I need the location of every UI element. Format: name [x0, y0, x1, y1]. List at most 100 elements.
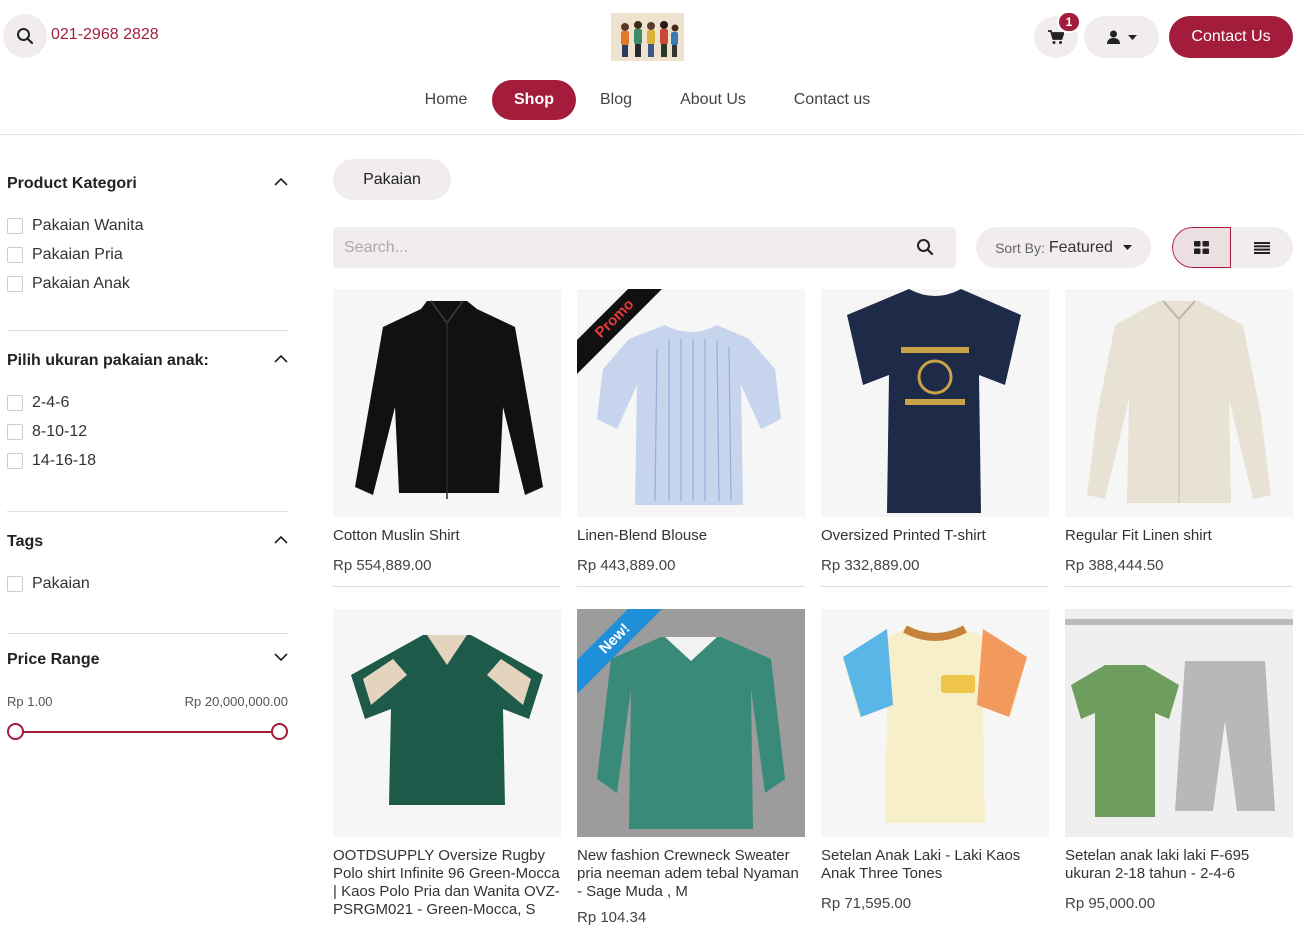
- user-icon: [1106, 30, 1120, 44]
- product-search-bar: [333, 227, 956, 268]
- product-image[interactable]: [1065, 609, 1293, 837]
- phone-number[interactable]: 021-2968 2828: [51, 26, 159, 44]
- category-option[interactable]: Pakaian Wanita: [7, 211, 288, 240]
- product-name[interactable]: OOTDSUPPLY Oversize Rugby Polo shirt Inf…: [333, 847, 561, 919]
- divider: [7, 511, 288, 512]
- price-range-slider[interactable]: [7, 723, 288, 741]
- product-image[interactable]: [821, 609, 1049, 837]
- checkbox[interactable]: [7, 452, 23, 469]
- product-price: Rp 443,889.00: [577, 557, 676, 574]
- product-search-input[interactable]: [333, 227, 903, 268]
- product-name[interactable]: Setelan Anak Laki - Laki Kaos Anak Three…: [821, 847, 1049, 883]
- site-header: 021-2968 2828 1 Contact Us Home Shop Blo…: [0, 0, 1303, 135]
- tags-filter: Tags Pakaian: [7, 533, 288, 633]
- nav-shop[interactable]: Shop: [492, 80, 576, 120]
- price-max-label: Rp 20,000,000.00: [184, 694, 288, 709]
- product-card[interactable]: Cotton Muslin Shirt Rp 554,889.00: [333, 289, 561, 587]
- price-min-label: Rp 1.00: [7, 694, 53, 709]
- checkbox[interactable]: [7, 246, 23, 263]
- product-card[interactable]: Promo Linen-Blend Blouse Rp 443,889.00: [577, 289, 805, 587]
- card-divider: [577, 586, 805, 587]
- size-option[interactable]: 2-4-6: [7, 388, 288, 417]
- product-image[interactable]: [1065, 289, 1293, 517]
- main-navigation: Home Shop Blog About Us Contact us: [0, 80, 1303, 122]
- product-name[interactable]: Cotton Muslin Shirt: [333, 527, 561, 545]
- product-name[interactable]: Linen-Blend Blouse: [577, 527, 805, 545]
- header-search-button[interactable]: [3, 14, 47, 58]
- category-option[interactable]: Pakaian Anak: [7, 269, 288, 298]
- price-filter-header[interactable]: Price Range: [7, 651, 288, 675]
- product-price: Rp 554,889.00: [333, 557, 432, 574]
- size-filter: Pilih ukuran pakaian anak: 2-4-6 8-10-12…: [7, 352, 288, 511]
- price-max-handle[interactable]: [271, 723, 288, 740]
- product-image[interactable]: [333, 289, 561, 517]
- contact-us-button[interactable]: Contact Us: [1169, 16, 1293, 58]
- caret-down-icon: [1122, 245, 1132, 250]
- product-price: Rp 388,444.50: [1065, 557, 1164, 574]
- tags-filter-header[interactable]: Tags: [7, 533, 288, 557]
- kids-tshirt-icon: [843, 625, 1027, 823]
- caret-down-icon: [1127, 34, 1137, 40]
- nav-contact-us[interactable]: Contact us: [782, 80, 882, 120]
- product-card[interactable]: Setelan anak laki laki F-695 ukuran 2-18…: [1065, 609, 1293, 912]
- product-name[interactable]: Setelan anak laki laki F-695 ukuran 2-18…: [1065, 847, 1293, 883]
- product-image[interactable]: Promo: [577, 289, 805, 517]
- price-range-labels: Rp 1.00 Rp 20,000,000.00: [7, 694, 288, 709]
- tag-option[interactable]: Pakaian: [7, 569, 288, 598]
- card-divider: [821, 586, 1049, 587]
- option-label: 2-4-6: [32, 393, 70, 411]
- product-name[interactable]: New fashion Crewneck Sweater pria neeman…: [577, 847, 805, 901]
- category-chip-pakaian[interactable]: Pakaian: [333, 159, 451, 200]
- nav-home[interactable]: Home: [413, 80, 479, 120]
- user-menu-button[interactable]: [1084, 16, 1159, 58]
- category-filter-title: Product Kategori: [7, 175, 137, 192]
- search-icon[interactable]: [916, 238, 934, 256]
- sort-dropdown[interactable]: Sort By: Featured: [976, 227, 1151, 268]
- price-min-handle[interactable]: [7, 723, 24, 740]
- grid-icon: [1194, 241, 1209, 254]
- checkbox[interactable]: [7, 394, 23, 411]
- product-card[interactable]: New! New fashion Crewneck Sweater pria n…: [577, 609, 805, 926]
- product-image[interactable]: [821, 289, 1049, 517]
- product-card[interactable]: OOTDSUPPLY Oversize Rugby Polo shirt Inf…: [333, 609, 561, 919]
- list-view-button[interactable]: [1231, 227, 1293, 268]
- option-label: Pakaian: [32, 574, 90, 592]
- checkbox[interactable]: [7, 275, 23, 292]
- sort-value: Featured: [1048, 238, 1113, 256]
- divider: [7, 633, 288, 634]
- nav-blog[interactable]: Blog: [589, 80, 643, 120]
- category-filter: Product Kategori Pakaian Wanita Pakaian …: [7, 175, 288, 330]
- category-filter-header[interactable]: Product Kategori: [7, 175, 288, 199]
- category-option[interactable]: Pakaian Pria: [7, 240, 288, 269]
- shopping-cart-icon: [1048, 29, 1064, 44]
- checkbox[interactable]: [7, 423, 23, 440]
- slider-track-line: [15, 731, 280, 733]
- cart-count-badge: 1: [1057, 11, 1081, 33]
- kids-set-icon: [1065, 619, 1293, 817]
- option-label: 14-16-18: [32, 451, 97, 469]
- card-divider: [333, 586, 561, 587]
- product-name[interactable]: Regular Fit Linen shirt: [1065, 527, 1293, 545]
- size-filter-header[interactable]: Pilih ukuran pakaian anak:: [7, 352, 288, 376]
- option-label: Pakaian Pria: [32, 245, 123, 263]
- product-card[interactable]: Setelan Anak Laki - Laki Kaos Anak Three…: [821, 609, 1049, 912]
- product-card[interactable]: Oversized Printed T-shirt Rp 332,889.00: [821, 289, 1049, 587]
- product-image[interactable]: [333, 609, 561, 837]
- product-card[interactable]: Regular Fit Linen shirt Rp 388,444.50: [1065, 289, 1293, 587]
- product-name[interactable]: Oversized Printed T-shirt: [821, 527, 1049, 545]
- product-price: Rp 71,595.00: [821, 895, 912, 912]
- grid-view-button[interactable]: [1172, 227, 1231, 268]
- size-option[interactable]: 8-10-12: [7, 417, 288, 446]
- product-price: Rp 104.34: [577, 909, 647, 926]
- sort-prefix: Sort By:: [995, 239, 1045, 256]
- chevron-down-icon: [274, 653, 288, 662]
- checkbox[interactable]: [7, 217, 23, 234]
- product-image[interactable]: New!: [577, 609, 805, 837]
- checkbox[interactable]: [7, 575, 23, 592]
- option-label: 8-10-12: [32, 422, 88, 440]
- price-range-filter: Price Range Rp 1.00 Rp 20,000,000.00: [7, 651, 288, 741]
- size-option[interactable]: 14-16-18: [7, 446, 288, 475]
- site-logo[interactable]: [611, 13, 684, 61]
- product-price: Rp 95,000.00: [1065, 895, 1156, 912]
- nav-about-us[interactable]: About Us: [670, 80, 756, 120]
